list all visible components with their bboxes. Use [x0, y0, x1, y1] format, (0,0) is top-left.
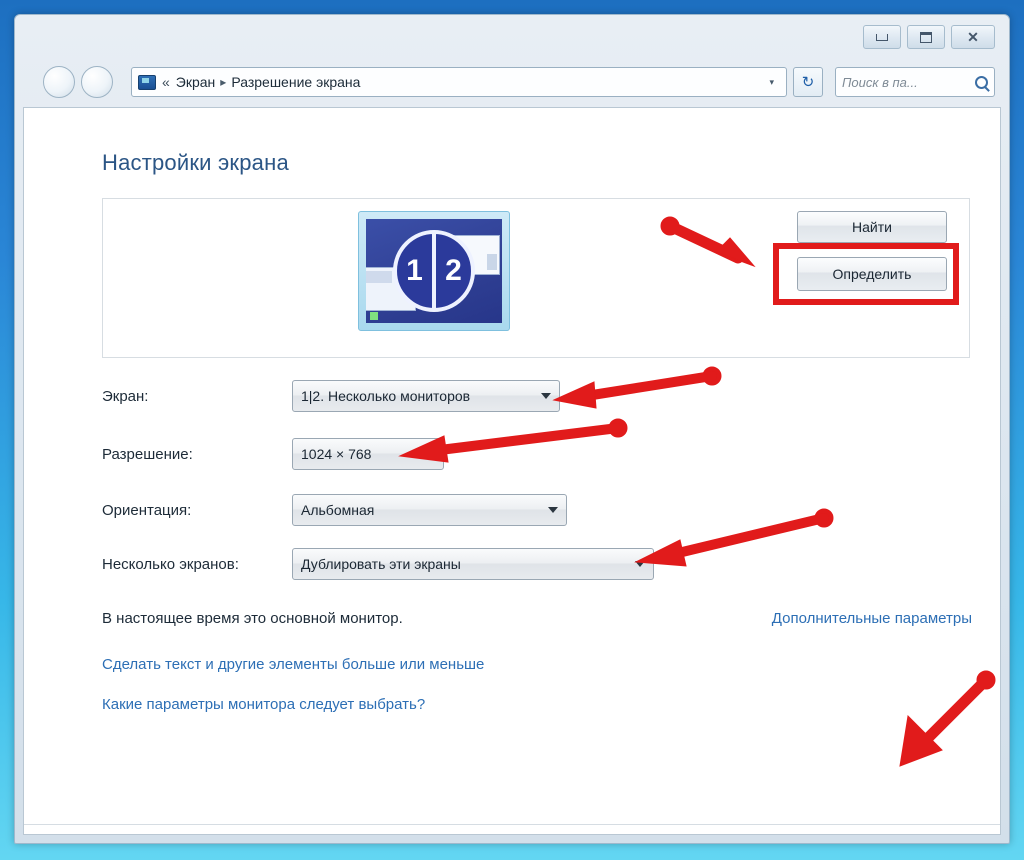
text-size-link[interactable]: Сделать текст и другие элементы больше и…: [102, 656, 484, 673]
refresh-icon: ↻: [801, 74, 815, 91]
search-input[interactable]: Поиск в па...: [842, 75, 975, 90]
navigation-bar: « Экран ▸ Разрешение экрана ▾ ↻ Поиск в …: [15, 59, 1009, 105]
chevron-down-icon: [635, 561, 645, 567]
display-label: Экран:: [102, 387, 149, 405]
forward-button[interactable]: [81, 66, 113, 98]
monitor-number-1: 1: [406, 254, 423, 287]
preview-taskbar-icon: [370, 312, 378, 320]
chevron-down-icon: [425, 451, 435, 457]
identify-button-highlight: [773, 243, 959, 305]
multiple-displays-label: Несколько экранов:: [102, 555, 239, 573]
chevron-down-icon: [548, 507, 558, 513]
breadcrumb-item-screen-resolution[interactable]: Разрешение экрана: [231, 74, 360, 90]
close-icon: ✕: [967, 29, 979, 45]
maximize-icon: [920, 31, 932, 43]
advanced-settings-link[interactable]: Дополнительные параметры: [772, 610, 972, 627]
footer-divider: [24, 824, 1000, 825]
monitor-number-badge: 1 2: [393, 230, 475, 312]
search-box[interactable]: Поиск в па...: [835, 67, 995, 97]
page-title: Настройки экрана: [102, 150, 289, 175]
back-button[interactable]: [43, 66, 75, 98]
maximize-button[interactable]: [907, 25, 945, 49]
breadcrumb-overflow-chevron[interactable]: «: [162, 74, 170, 90]
breadcrumb-separator-icon: ▸: [220, 75, 227, 89]
monitor-number-2: 2: [445, 254, 462, 287]
multiple-displays-row: Несколько экранов: Дублировать эти экран…: [102, 548, 654, 580]
monitor-screen: 1 2: [366, 219, 502, 323]
multiple-displays-dropdown[interactable]: Дублировать эти экраны: [292, 548, 654, 580]
minimize-button[interactable]: [863, 25, 901, 49]
orientation-dropdown-value: Альбомная: [301, 502, 375, 518]
address-bar[interactable]: « Экран ▸ Разрешение экрана ▾: [131, 67, 787, 97]
refresh-button[interactable]: ↻: [793, 67, 823, 97]
display-dropdown-value: 1|2. Несколько мониторов: [301, 388, 471, 404]
resolution-dropdown[interactable]: 1024 × 768: [292, 438, 444, 470]
breadcrumb-item-display[interactable]: Экран: [176, 74, 216, 90]
address-dropdown-icon[interactable]: ▾: [761, 77, 782, 88]
display-preview-panel: 1 2 Найти Определить: [102, 198, 970, 358]
multiple-displays-dropdown-value: Дублировать эти экраны: [301, 556, 461, 572]
chevron-down-icon: [541, 393, 551, 399]
display-row: Экран: 1|2. Несколько мониторов: [102, 380, 560, 412]
primary-monitor-status: В настоящее время это основной монитор.: [102, 610, 403, 627]
orientation-label: Ориентация:: [102, 501, 192, 519]
orientation-row: Ориентация: Альбомная: [102, 494, 567, 526]
resolution-label: Разрешение:: [102, 445, 193, 463]
find-button[interactable]: Найти: [797, 211, 947, 243]
display-dropdown[interactable]: 1|2. Несколько мониторов: [292, 380, 560, 412]
display-icon: [138, 74, 156, 90]
title-bar: ✕: [15, 15, 1009, 59]
which-settings-link[interactable]: Какие параметры монитора следует выбрать…: [102, 696, 425, 713]
minimize-icon: [876, 33, 888, 41]
search-icon: [975, 75, 988, 89]
resolution-row: Разрешение: 1024 × 768: [102, 438, 444, 470]
resolution-dropdown-value: 1024 × 768: [301, 446, 372, 462]
orientation-dropdown[interactable]: Альбомная: [292, 494, 567, 526]
screen-resolution-window: ✕ « Экран ▸ Разрешение экрана ▾ ↻ Поиск …: [14, 14, 1010, 844]
window-controls: ✕: [863, 25, 995, 49]
content-area: Настройки экрана 1 2 Найти Определить Эк…: [23, 107, 1001, 835]
monitor-preview[interactable]: 1 2: [358, 211, 510, 331]
close-button[interactable]: ✕: [951, 25, 995, 49]
